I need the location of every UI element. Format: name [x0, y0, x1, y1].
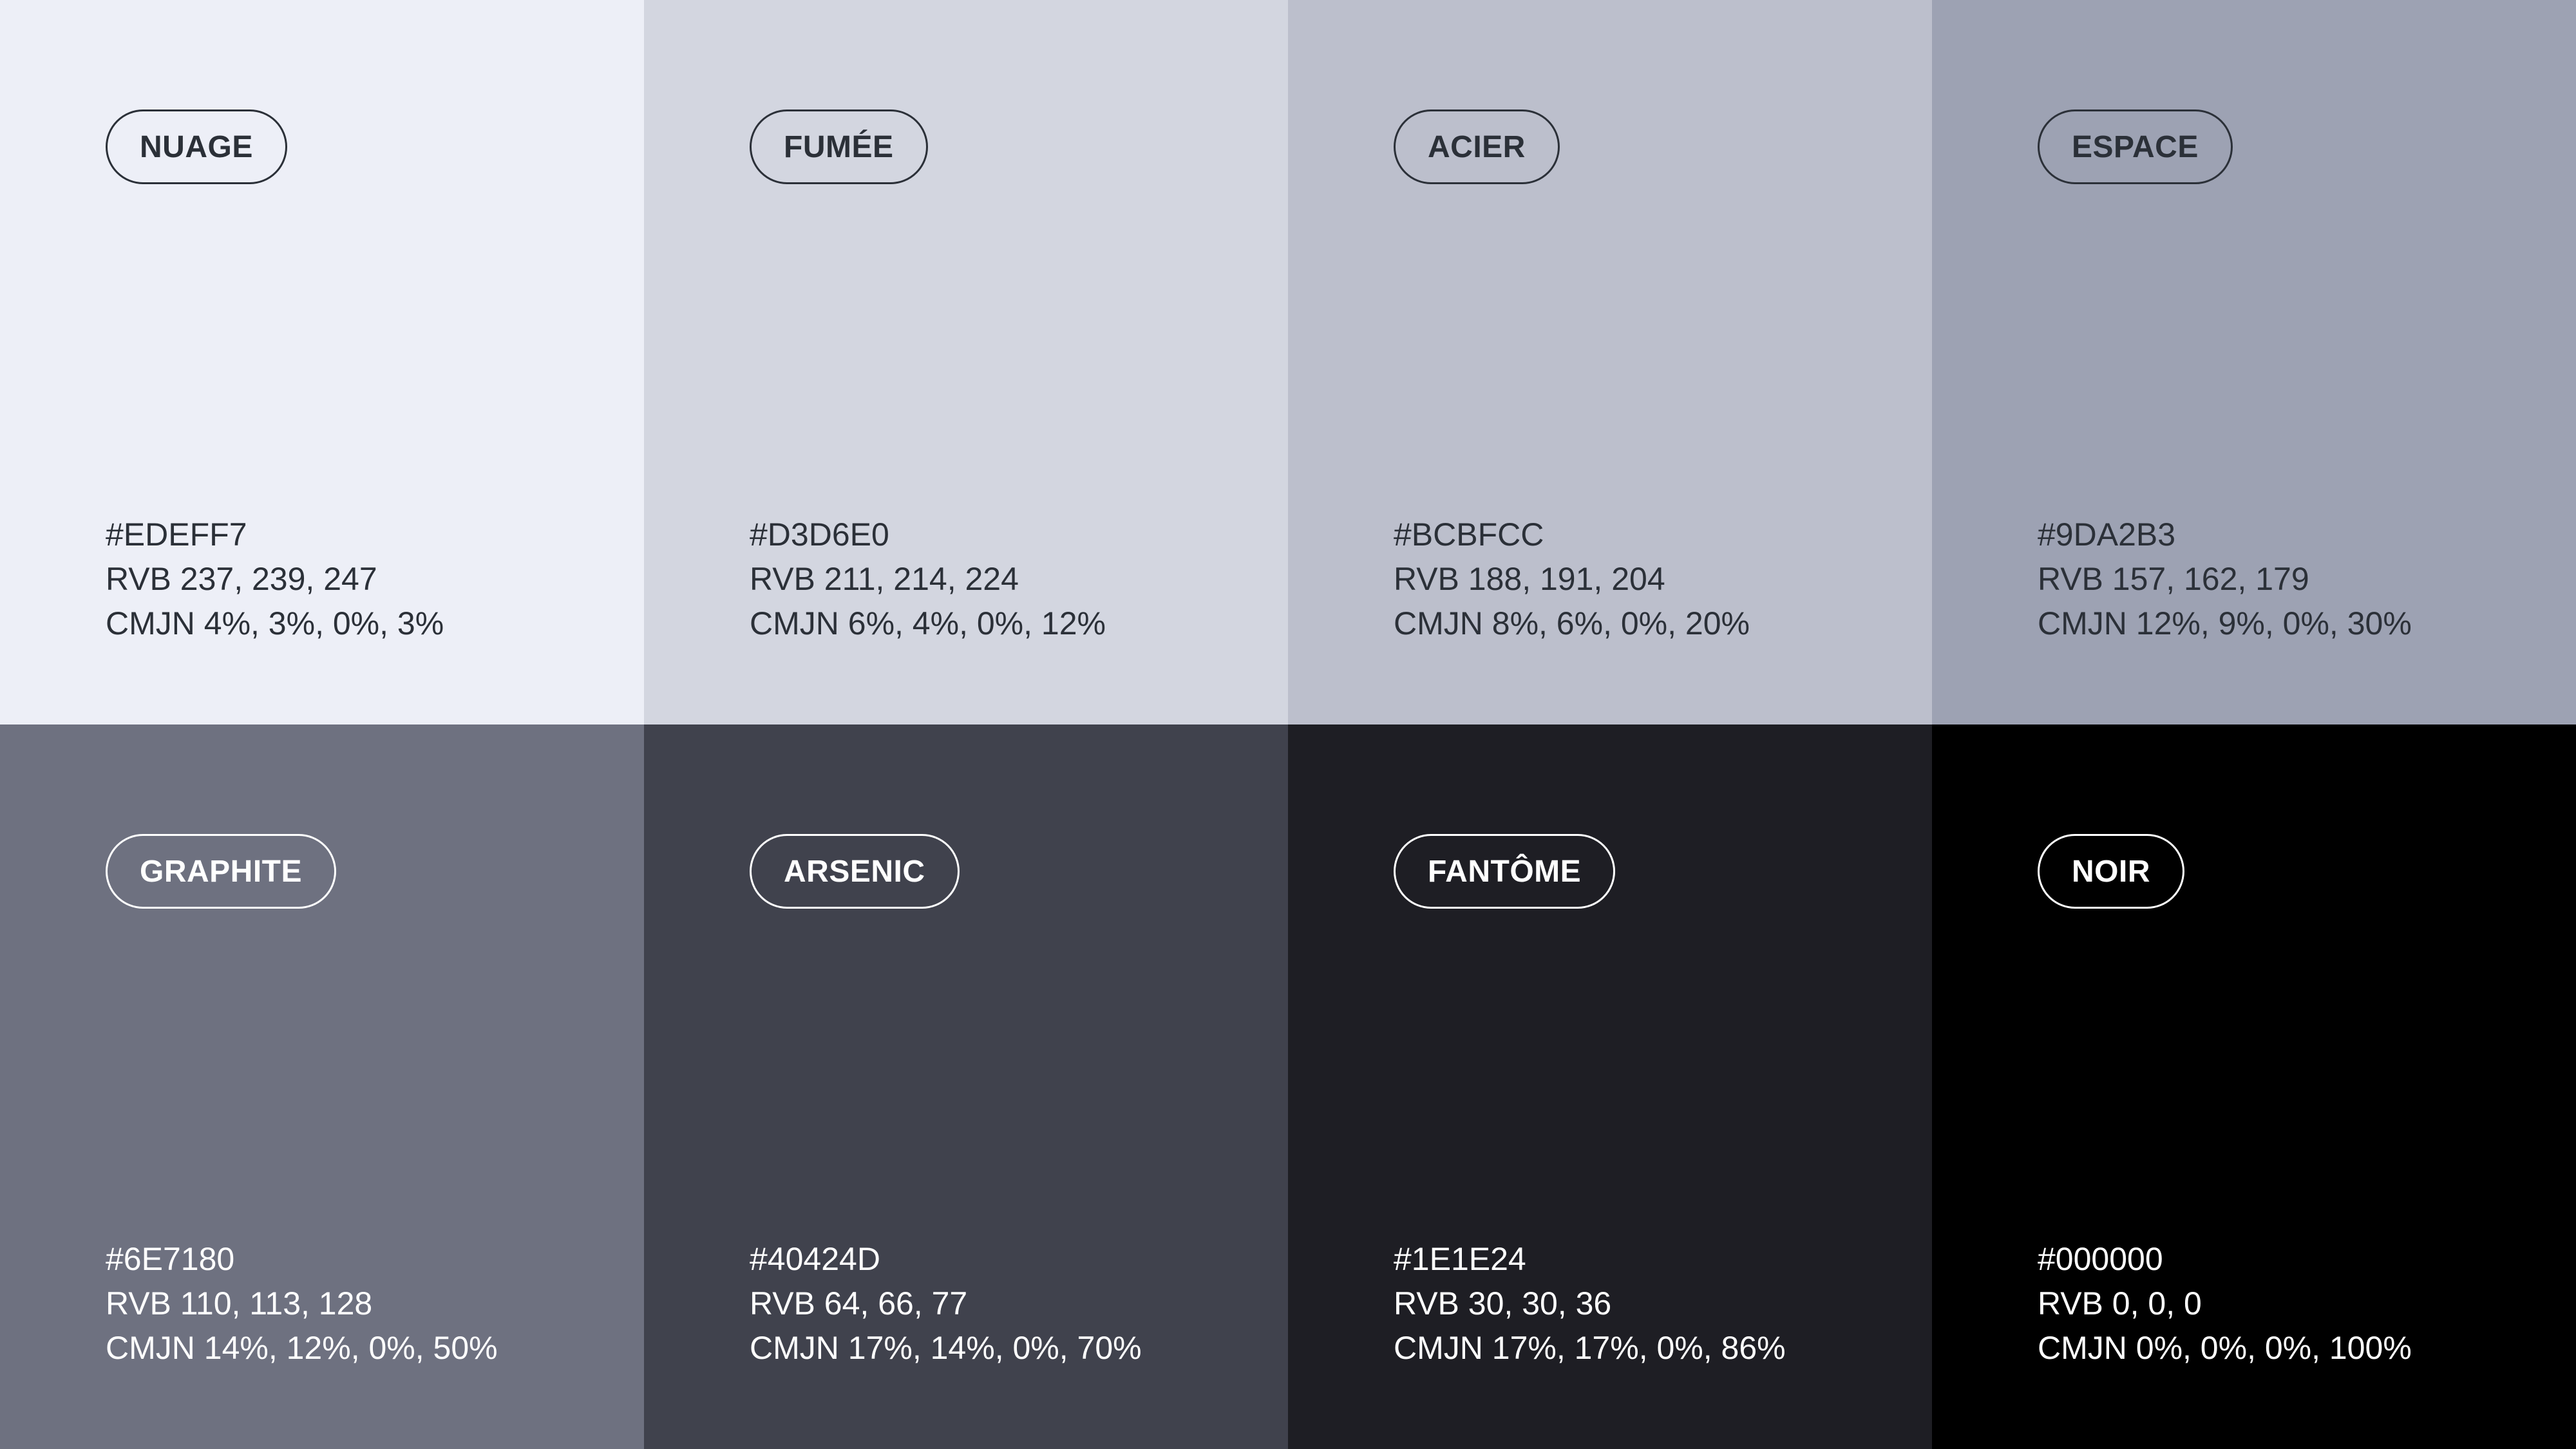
color-name-badge: NUAGE [106, 109, 287, 184]
rvb-value: RVB 188, 191, 204 [1394, 561, 1665, 597]
swatch-graphite: GRAPHITE #6E7180 RVB 110, 113, 128 CMJN … [0, 724, 644, 1449]
rvb-value: RVB 30, 30, 36 [1394, 1285, 1612, 1321]
cmjn-value: CMJN 4%, 3%, 0%, 3% [106, 605, 444, 641]
rvb-value: RVB 157, 162, 179 [2038, 561, 2309, 597]
color-name-badge: GRAPHITE [106, 834, 337, 909]
cmjn-value: CMJN 6%, 4%, 0%, 12% [750, 605, 1106, 641]
color-values: #40424D RVB 64, 66, 77 CMJN 17%, 14%, 0%… [750, 1237, 1142, 1370]
color-name-badge: ARSENIC [750, 834, 960, 909]
hex-value: #40424D [750, 1241, 880, 1277]
color-name-badge: FUMÉE [750, 109, 928, 184]
color-name-badge: FANTÔME [1394, 834, 1616, 909]
hex-value: #BCBFCC [1394, 516, 1544, 553]
hex-value: #000000 [2038, 1241, 2163, 1277]
hex-value: #6E7180 [106, 1241, 235, 1277]
rvb-value: RVB 110, 113, 128 [106, 1285, 373, 1321]
swatch-espace: ESPACE #9DA2B3 RVB 157, 162, 179 CMJN 12… [1932, 0, 2576, 724]
swatch-noir: NOIR #000000 RVB 0, 0, 0 CMJN 0%, 0%, 0%… [1932, 724, 2576, 1449]
cmjn-value: CMJN 12%, 9%, 0%, 30% [2038, 605, 2412, 641]
cmjn-value: CMJN 17%, 14%, 0%, 70% [750, 1330, 1142, 1366]
color-values: #D3D6E0 RVB 211, 214, 224 CMJN 6%, 4%, 0… [750, 513, 1106, 646]
color-palette: NUAGE #EDEFF7 RVB 237, 239, 247 CMJN 4%,… [0, 0, 2576, 1449]
swatch-fumee: FUMÉE #D3D6E0 RVB 211, 214, 224 CMJN 6%,… [644, 0, 1288, 724]
color-values: #BCBFCC RVB 188, 191, 204 CMJN 8%, 6%, 0… [1394, 513, 1750, 646]
color-name-badge: ESPACE [2038, 109, 2233, 184]
hex-value: #EDEFF7 [106, 516, 247, 553]
cmjn-value: CMJN 17%, 17%, 0%, 86% [1394, 1330, 1786, 1366]
color-name-badge: ACIER [1394, 109, 1560, 184]
cmjn-value: CMJN 0%, 0%, 0%, 100% [2038, 1330, 2412, 1366]
rvb-value: RVB 211, 214, 224 [750, 561, 1019, 597]
hex-value: #D3D6E0 [750, 516, 889, 553]
cmjn-value: CMJN 14%, 12%, 0%, 50% [106, 1330, 498, 1366]
color-values: #1E1E24 RVB 30, 30, 36 CMJN 17%, 17%, 0%… [1394, 1237, 1786, 1370]
color-values: #6E7180 RVB 110, 113, 128 CMJN 14%, 12%,… [106, 1237, 498, 1370]
swatch-nuage: NUAGE #EDEFF7 RVB 237, 239, 247 CMJN 4%,… [0, 0, 644, 724]
rvb-value: RVB 0, 0, 0 [2038, 1285, 2202, 1321]
color-name-badge: NOIR [2038, 834, 2184, 909]
hex-value: #9DA2B3 [2038, 516, 2176, 553]
cmjn-value: CMJN 8%, 6%, 0%, 20% [1394, 605, 1750, 641]
rvb-value: RVB 64, 66, 77 [750, 1285, 968, 1321]
hex-value: #1E1E24 [1394, 1241, 1526, 1277]
swatch-acier: ACIER #BCBFCC RVB 188, 191, 204 CMJN 8%,… [1288, 0, 1932, 724]
color-values: #000000 RVB 0, 0, 0 CMJN 0%, 0%, 0%, 100… [2038, 1237, 2412, 1370]
swatch-arsenic: ARSENIC #40424D RVB 64, 66, 77 CMJN 17%,… [644, 724, 1288, 1449]
swatch-fantome: FANTÔME #1E1E24 RVB 30, 30, 36 CMJN 17%,… [1288, 724, 1932, 1449]
rvb-value: RVB 237, 239, 247 [106, 561, 377, 597]
color-values: #9DA2B3 RVB 157, 162, 179 CMJN 12%, 9%, … [2038, 513, 2412, 646]
color-values: #EDEFF7 RVB 237, 239, 247 CMJN 4%, 3%, 0… [106, 513, 444, 646]
